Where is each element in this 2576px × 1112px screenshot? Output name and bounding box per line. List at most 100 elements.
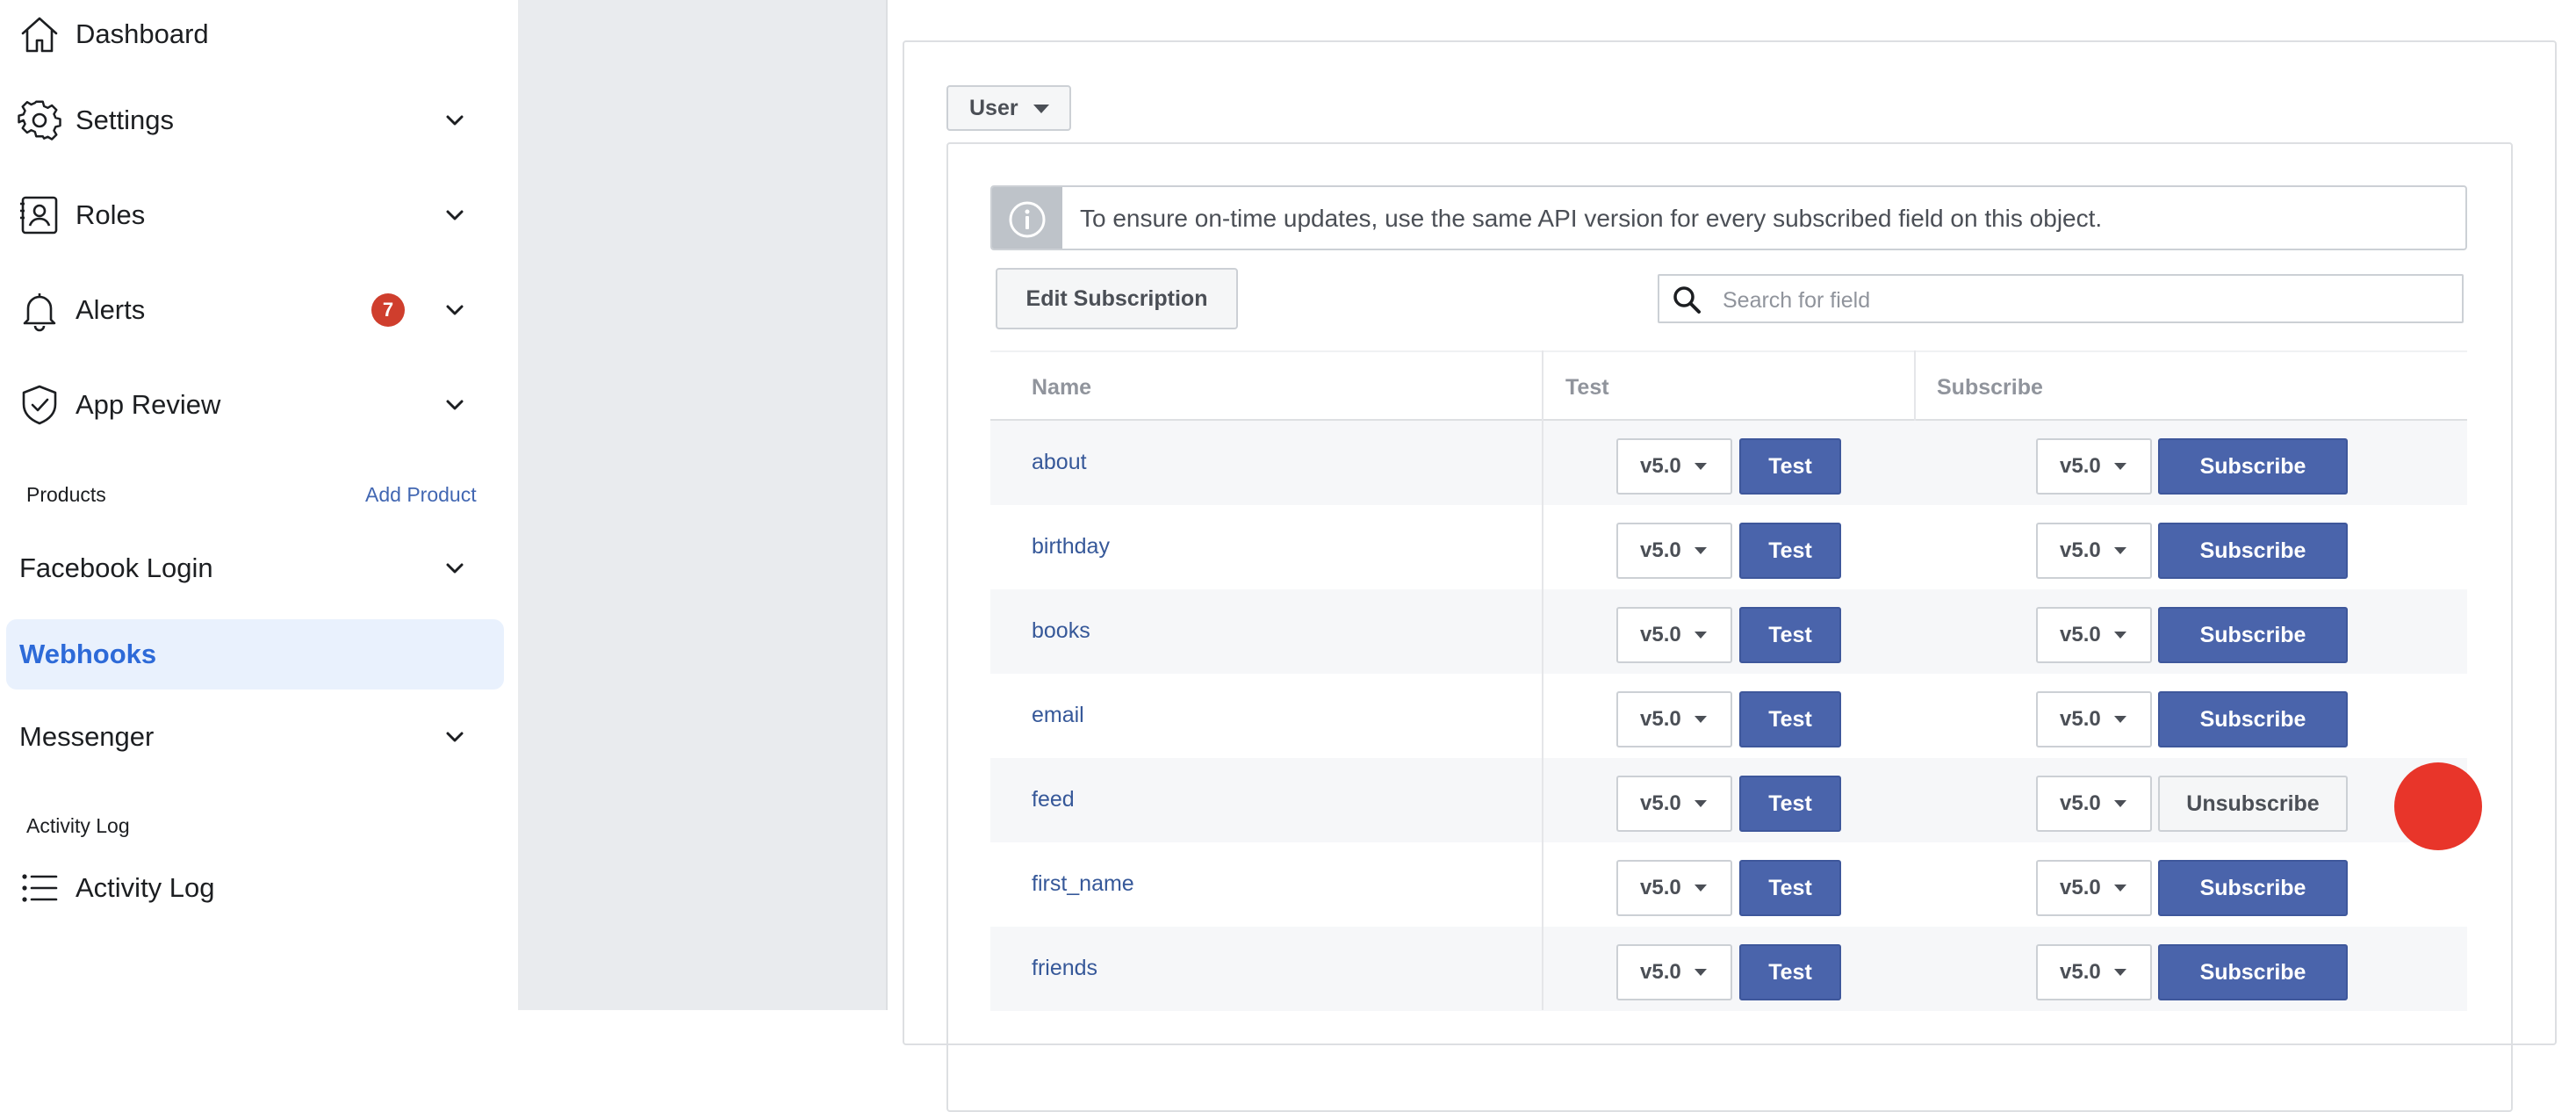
test-button[interactable]: Test: [1739, 523, 1841, 579]
caret-down-icon: [1695, 885, 1707, 892]
field-name[interactable]: books: [1032, 618, 1090, 644]
sidebar-item-label: Webhooks: [19, 639, 157, 669]
column-header-subscribe: Subscribe: [1937, 375, 2043, 400]
table-row: email v5.0 Test v5.0 Subscribe: [990, 674, 2467, 758]
sidebar-item-app-review[interactable]: App Review: [0, 370, 518, 440]
test-version-dropdown[interactable]: v5.0: [1616, 944, 1732, 1000]
sidebar-item-roles[interactable]: Roles: [0, 180, 518, 250]
sidebar-item-settings[interactable]: Settings: [0, 85, 518, 155]
test-button[interactable]: Test: [1739, 860, 1841, 916]
add-product-link[interactable]: Add Product: [365, 483, 477, 507]
subscribe-button[interactable]: Subscribe: [2158, 691, 2348, 747]
test-button[interactable]: Test: [1739, 607, 1841, 663]
subscribe-button[interactable]: Subscribe: [2158, 860, 2348, 916]
table-row: about v5.0 Test v5.0 Subscribe: [990, 421, 2467, 505]
test-version-dropdown[interactable]: v5.0: [1616, 438, 1732, 495]
object-type-dropdown[interactable]: User: [946, 85, 1071, 131]
test-button[interactable]: Test: [1739, 691, 1841, 747]
test-version-dropdown[interactable]: v5.0: [1616, 776, 1732, 832]
subscribe-version-dropdown[interactable]: v5.0: [2036, 438, 2152, 495]
field-name[interactable]: birthday: [1032, 534, 1110, 560]
sidebar: Dashboard Settings Roles Alerts 7 App Re…: [0, 0, 518, 1010]
caret-down-icon: [1695, 800, 1707, 807]
test-version-value: v5.0: [1640, 538, 1681, 562]
id-badge-icon: [20, 196, 58, 235]
sidebar-item-label: Facebook Login: [19, 552, 213, 583]
edit-subscription-button[interactable]: Edit Subscription: [996, 268, 1238, 329]
subscribe-version-dropdown[interactable]: v5.0: [2036, 523, 2152, 579]
subscribe-version-value: v5.0: [2060, 791, 2101, 815]
field-name[interactable]: first_name: [1032, 871, 1134, 897]
caret-down-icon: [1695, 716, 1707, 723]
sidebar-item-messenger[interactable]: Messenger: [0, 702, 518, 772]
test-button[interactable]: Test: [1739, 438, 1841, 495]
subscribe-button[interactable]: Subscribe: [2158, 438, 2348, 495]
subscribe-version-dropdown[interactable]: v5.0: [2036, 691, 2152, 747]
test-button[interactable]: Test: [1739, 944, 1841, 1000]
test-version-value: v5.0: [1640, 454, 1681, 478]
caret-down-icon: [2114, 547, 2126, 554]
content-gutter: [518, 0, 886, 1010]
test-version-value: v5.0: [1640, 791, 1681, 815]
sidebar-item-alerts[interactable]: Alerts 7: [0, 275, 518, 345]
subscribe-version-dropdown[interactable]: v5.0: [2036, 860, 2152, 916]
caret-down-icon: [1695, 632, 1707, 639]
test-version-value: v5.0: [1640, 707, 1681, 731]
column-divider: [1914, 350, 1916, 421]
object-type-value: User: [969, 95, 1018, 120]
chevron-down-icon: [446, 563, 464, 574]
sidebar-item-label: Messenger: [19, 721, 155, 752]
shield-check-icon: [22, 385, 57, 425]
unsubscribe-button[interactable]: Unsubscribe: [2158, 776, 2348, 832]
field-name[interactable]: feed: [1032, 787, 1075, 812]
click-marker: [2394, 762, 2482, 850]
column-header-name: Name: [1032, 375, 1092, 400]
test-version-dropdown[interactable]: v5.0: [1616, 523, 1732, 579]
caret-down-icon: [1695, 547, 1707, 554]
test-version-dropdown[interactable]: v5.0: [1616, 860, 1732, 916]
notice-icon-cell: [992, 187, 1062, 249]
test-version-dropdown[interactable]: v5.0: [1616, 607, 1732, 663]
sidebar-item-label: Alerts: [76, 294, 146, 325]
sidebar-item-facebook-login[interactable]: Facebook Login: [0, 533, 518, 603]
test-version-value: v5.0: [1640, 623, 1681, 646]
field-name[interactable]: email: [1032, 703, 1084, 728]
sidebar-item-label: Roles: [76, 199, 146, 230]
field-search[interactable]: Search for field: [1658, 274, 2464, 323]
sidebar-item-label: Dashboard: [76, 18, 209, 49]
subscribe-button[interactable]: Subscribe: [2158, 944, 2348, 1000]
field-name[interactable]: friends: [1032, 956, 1097, 981]
test-version-value: v5.0: [1640, 876, 1681, 899]
column-header-test: Test: [1565, 375, 1609, 400]
home-icon: [21, 17, 58, 53]
bell-icon: [23, 293, 56, 332]
caret-down-icon: [1695, 969, 1707, 976]
sidebar-item-dashboard[interactable]: Dashboard: [0, 0, 518, 70]
sidebar-item-activity-log[interactable]: Activity Log: [0, 853, 518, 923]
alerts-count-badge: 7: [371, 293, 405, 327]
test-button[interactable]: Test: [1739, 776, 1841, 832]
field-name[interactable]: about: [1032, 450, 1087, 475]
subscribe-button[interactable]: Subscribe: [2158, 523, 2348, 579]
subscribe-version-value: v5.0: [2060, 707, 2101, 731]
activity-log-heading: Activity Log: [26, 814, 130, 837]
sidebar-item-webhooks[interactable]: Webhooks: [6, 619, 504, 690]
subscribe-version-value: v5.0: [2060, 538, 2101, 562]
caret-down-icon: [2114, 969, 2126, 976]
search-input[interactable]: Search for field: [1723, 288, 1870, 314]
caret-down-icon: [1695, 463, 1707, 470]
test-version-dropdown[interactable]: v5.0: [1616, 691, 1732, 747]
chevron-down-icon: [446, 732, 464, 742]
subscribe-version-dropdown[interactable]: v5.0: [2036, 944, 2152, 1000]
caret-down-icon: [2114, 716, 2126, 723]
sidebar-item-label: App Review: [76, 389, 221, 420]
subscribe-version-dropdown[interactable]: v5.0: [2036, 776, 2152, 832]
info-icon: [1009, 201, 1046, 238]
table-row: books v5.0 Test v5.0 Subscribe: [990, 589, 2467, 674]
chevron-down-icon: [446, 210, 464, 220]
subscribe-version-dropdown[interactable]: v5.0: [2036, 607, 2152, 663]
api-version-notice: To ensure on-time updates, use the same …: [990, 185, 2467, 250]
subscribe-button[interactable]: Subscribe: [2158, 607, 2348, 663]
caret-down-icon: [2114, 632, 2126, 639]
chevron-down-icon: [446, 305, 464, 315]
